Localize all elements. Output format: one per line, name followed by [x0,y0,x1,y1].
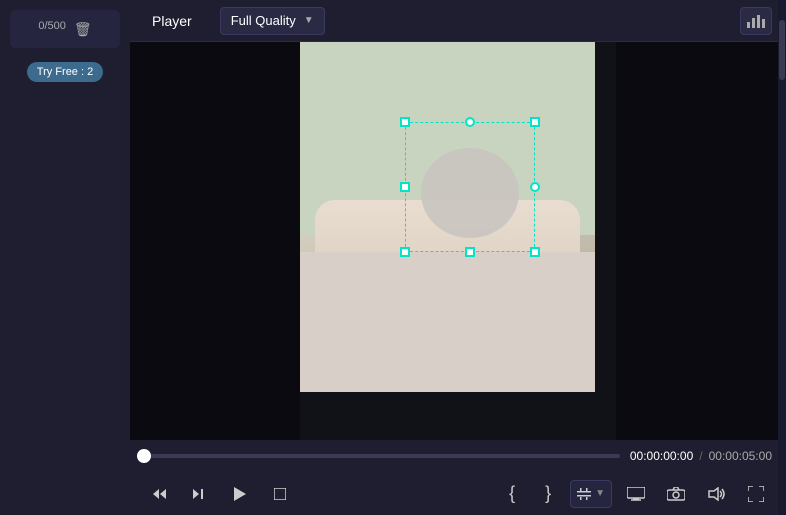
handle-bottom-right[interactable] [530,247,540,257]
time-separator: / [699,449,702,463]
trash-icon[interactable]: 🗑 [74,21,92,38]
playback-right-controls: { } ▼ [498,480,772,508]
face-ellipse [421,148,519,238]
rewind-button[interactable] [144,478,176,510]
quality-label: Full Quality [231,13,296,28]
time-display: 00:00:00:00 / 00:00:05:00 [630,449,772,463]
scrollbar[interactable] [778,0,786,515]
handle-left-center[interactable] [400,182,410,192]
main-area: Player Full Quality ▼ [130,0,786,515]
controls-bar: 00:00:00:00 / 00:00:05:00 [130,440,786,515]
free-trial-badge[interactable]: Try Free : 2 [27,62,103,82]
sidebar: 0/500 🗑 Try Free : 2 [0,0,130,515]
video-container [130,42,786,440]
stop-button[interactable] [264,478,296,510]
handle-top-left[interactable] [400,117,410,127]
chevron-down-icon: ▼ [304,15,314,26]
analytics-button[interactable] [740,7,772,35]
player-tab[interactable]: Player [144,9,200,33]
volume-button[interactable] [700,480,732,508]
handle-bottom-center[interactable] [465,247,475,257]
total-time: 00:00:05:00 [709,449,772,463]
video-content [300,42,595,392]
handle-right-center[interactable] [530,182,540,192]
handle-top-center[interactable] [465,117,475,127]
scene-arms [300,252,595,392]
fullscreen-button[interactable] [740,480,772,508]
progress-row: 00:00:00:00 / 00:00:05:00 [144,440,772,472]
progress-track[interactable] [144,454,620,458]
step-play-button[interactable] [184,478,216,510]
current-time: 00:00:00:00 [630,449,693,463]
video-black-right [616,42,786,440]
screen-button[interactable] [620,480,652,508]
clip-chevron-icon: ▼ [595,488,605,499]
handle-top-right[interactable] [530,117,540,127]
playback-row: { } ▼ [144,472,772,515]
progress-thumb[interactable] [137,449,151,463]
face-blur-selection[interactable] [405,122,535,252]
handle-bottom-left[interactable] [400,247,410,257]
play-button[interactable] [224,478,256,510]
annotation-counter: 0/500 [38,20,66,32]
scrollbar-thumb[interactable] [779,20,785,80]
quality-dropdown[interactable]: Full Quality ▼ [220,7,325,35]
top-bar: Player Full Quality ▼ [130,0,786,42]
bracket-close-button[interactable]: } [534,480,562,508]
clip-segment-button[interactable]: ▼ [570,480,612,508]
playback-left-controls [144,478,296,510]
camera-button[interactable] [660,480,692,508]
bracket-open-button[interactable]: { [498,480,526,508]
sidebar-counter-panel: 0/500 🗑 [10,10,120,48]
video-black-left [130,42,300,440]
video-frame [300,42,595,392]
